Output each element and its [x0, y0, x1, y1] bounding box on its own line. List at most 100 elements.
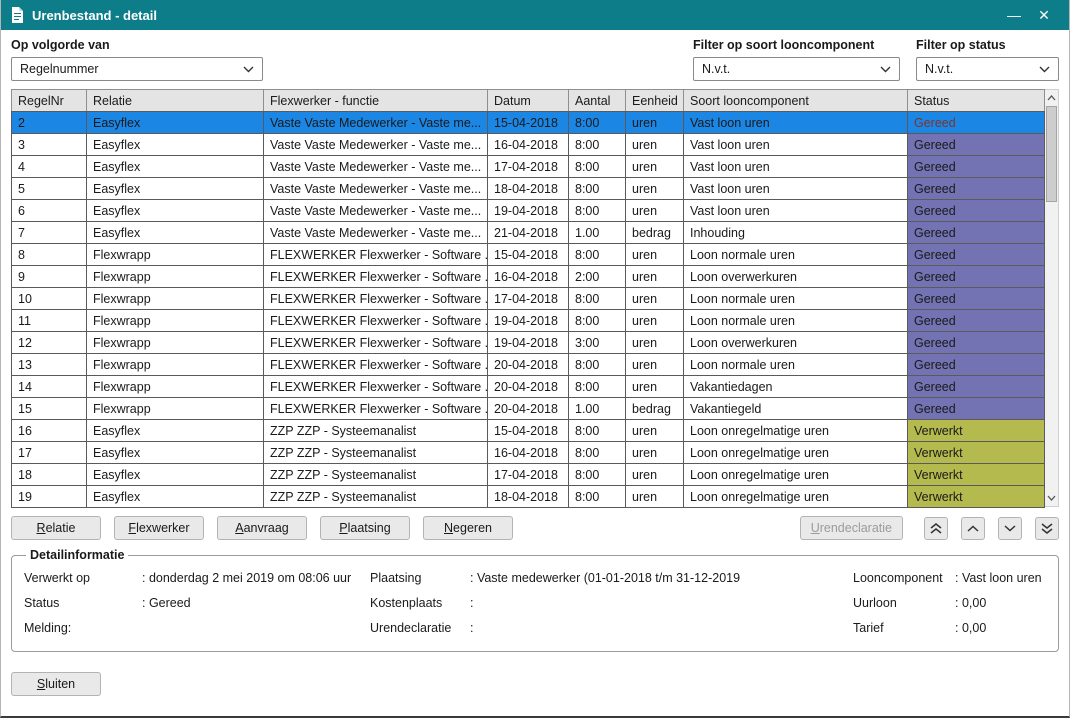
status-filter-select[interactable]: N.v.t. — [916, 57, 1059, 81]
table-row[interactable]: 5 Easyflex Vaste Vaste Medewerker - Vast… — [12, 178, 1045, 200]
cell-aantal: 8:00 — [569, 200, 626, 222]
col-header-eenheid[interactable]: Eenheid — [626, 90, 684, 112]
cell-eenheid: uren — [626, 442, 684, 464]
cell-datum: 17-04-2018 — [488, 156, 569, 178]
move-top-button[interactable] — [924, 517, 948, 540]
cell-aantal: 8:00 — [569, 486, 626, 508]
cell-status: Gereed — [908, 288, 1045, 310]
col-header-flexwerker[interactable]: Flexwerker - functie — [264, 90, 488, 112]
cell-status: Gereed — [908, 112, 1045, 134]
cell-relatie: Easyflex — [87, 222, 264, 244]
plaatsing-label: Plaatsing — [370, 566, 470, 591]
cell-datum: 20-04-2018 — [488, 398, 569, 420]
cell-eenheid: uren — [626, 354, 684, 376]
cell-looncomponent: Loon normale uren — [684, 244, 908, 266]
table-row[interactable]: 9 Flexwrapp FLEXWERKER Flexwerker - Soft… — [12, 266, 1045, 288]
cell-datum: 16-04-2018 — [488, 266, 569, 288]
looncomponent-filter-select[interactable]: N.v.t. — [693, 57, 900, 81]
status-filter-value: N.v.t. — [925, 62, 953, 76]
table-row[interactable]: 11 Flexwrapp FLEXWERKER Flexwerker - Sof… — [12, 310, 1045, 332]
col-header-status[interactable]: Status — [908, 90, 1045, 112]
scrollbar-thumb[interactable] — [1046, 106, 1057, 202]
move-down-button[interactable] — [998, 517, 1022, 540]
col-header-looncomponent[interactable]: Soort looncomponent — [684, 90, 908, 112]
cell-eenheid: uren — [626, 486, 684, 508]
chevron-down-icon — [1004, 525, 1016, 532]
kostenplaats-label: Kostenplaats — [370, 591, 470, 616]
cell-relatie: Flexwrapp — [87, 332, 264, 354]
table-row[interactable]: 13 Flexwrapp FLEXWERKER Flexwerker - Sof… — [12, 354, 1045, 376]
cell-aantal: 8:00 — [569, 112, 626, 134]
cell-flexwerker: FLEXWERKER Flexwerker - Software ... — [264, 266, 488, 288]
table-row[interactable]: 17 Easyflex ZZP ZZP - Systeemanalist 16-… — [12, 442, 1045, 464]
move-up-button[interactable] — [961, 517, 985, 540]
cell-eenheid: uren — [626, 200, 684, 222]
hours-table: RegelNr Relatie Flexwerker - functie Dat… — [11, 89, 1045, 508]
cell-regelnr: 11 — [12, 310, 87, 332]
cell-relatie: Flexwrapp — [87, 244, 264, 266]
cell-flexwerker: Vaste Vaste Medewerker - Vaste me... — [264, 178, 488, 200]
sort-select[interactable]: Regelnummer — [11, 57, 263, 81]
table-scrollbar[interactable] — [1045, 89, 1059, 507]
cell-looncomponent: Loon onregelmatige uren — [684, 420, 908, 442]
cell-flexwerker: ZZP ZZP - Systeemanalist — [264, 442, 488, 464]
table-row[interactable]: 10 Flexwrapp FLEXWERKER Flexwerker - Sof… — [12, 288, 1045, 310]
cell-datum: 18-04-2018 — [488, 486, 569, 508]
cell-relatie: Easyflex — [87, 486, 264, 508]
minimize-button[interactable]: — — [999, 5, 1029, 25]
cell-flexwerker: FLEXWERKER Flexwerker - Software ... — [264, 310, 488, 332]
col-header-regelnr[interactable]: RegelNr — [12, 90, 87, 112]
table-row[interactable]: 14 Flexwrapp FLEXWERKER Flexwerker - Sof… — [12, 376, 1045, 398]
col-header-datum[interactable]: Datum — [488, 90, 569, 112]
cell-eenheid: uren — [626, 266, 684, 288]
urendeclaratie-label: Urendeclaratie — [370, 616, 470, 641]
relatie-button[interactable]: Relatie — [11, 516, 101, 540]
cell-eenheid: uren — [626, 332, 684, 354]
table-row[interactable]: 7 Easyflex Vaste Vaste Medewerker - Vast… — [12, 222, 1045, 244]
close-button[interactable]: ✕ — [1029, 5, 1059, 26]
scroll-up-button[interactable] — [1045, 90, 1058, 106]
move-bottom-button[interactable] — [1035, 517, 1059, 540]
cell-flexwerker: Vaste Vaste Medewerker - Vaste me... — [264, 134, 488, 156]
plaatsing-button[interactable]: Plaatsing — [320, 516, 410, 540]
table-row[interactable]: 2 Easyflex Vaste Vaste Medewerker - Vast… — [12, 112, 1045, 134]
col-header-aantal[interactable]: Aantal — [569, 90, 626, 112]
cell-flexwerker: Vaste Vaste Medewerker - Vaste me... — [264, 156, 488, 178]
chevron-down-icon — [1039, 66, 1050, 73]
table-row[interactable]: 18 Easyflex ZZP ZZP - Systeemanalist 17-… — [12, 464, 1045, 486]
verwerkt-op-value: : donderdag 2 mei 2019 om 08:06 uur — [142, 566, 370, 591]
cell-relatie: Easyflex — [87, 464, 264, 486]
hours-table-body: 2 Easyflex Vaste Vaste Medewerker - Vast… — [12, 112, 1045, 508]
cell-status: Gereed — [908, 266, 1045, 288]
double-chevron-down-icon — [1041, 523, 1053, 534]
table-row[interactable]: 15 Flexwrapp FLEXWERKER Flexwerker - Sof… — [12, 398, 1045, 420]
cell-status: Gereed — [908, 376, 1045, 398]
table-header-row: RegelNr Relatie Flexwerker - functie Dat… — [12, 90, 1045, 112]
flexwerker-button[interactable]: Flexwerker — [114, 516, 204, 540]
table-row[interactable]: 12 Flexwrapp FLEXWERKER Flexwerker - Sof… — [12, 332, 1045, 354]
cell-flexwerker: FLEXWERKER Flexwerker - Software ... — [264, 288, 488, 310]
scroll-down-button[interactable] — [1045, 490, 1058, 506]
cell-looncomponent: Loon onregelmatige uren — [684, 464, 908, 486]
scrollbar-track[interactable] — [1045, 106, 1058, 490]
uurloon-label: Uurloon — [853, 591, 955, 616]
table-row[interactable]: 3 Easyflex Vaste Vaste Medewerker - Vast… — [12, 134, 1045, 156]
cell-status: Gereed — [908, 398, 1045, 420]
cell-regelnr: 10 — [12, 288, 87, 310]
cell-status: Gereed — [908, 178, 1045, 200]
table-row[interactable]: 19 Easyflex ZZP ZZP - Systeemanalist 18-… — [12, 486, 1045, 508]
detail-info-panel: Detailinformatie Verwerkt op : donderdag… — [11, 548, 1059, 652]
col-header-relatie[interactable]: Relatie — [87, 90, 264, 112]
melding-value — [142, 616, 370, 641]
table-row[interactable]: 4 Easyflex Vaste Vaste Medewerker - Vast… — [12, 156, 1045, 178]
negeren-button[interactable]: Negeren — [423, 516, 513, 540]
cell-datum: 20-04-2018 — [488, 376, 569, 398]
sluiten-button[interactable]: Sluiten — [11, 672, 101, 696]
table-row[interactable]: 8 Flexwrapp FLEXWERKER Flexwerker - Soft… — [12, 244, 1045, 266]
cell-aantal: 1.00 — [569, 222, 626, 244]
cell-status: Gereed — [908, 200, 1045, 222]
urendeclaratie-button[interactable]: Urendeclaratie — [800, 516, 903, 540]
table-row[interactable]: 6 Easyflex Vaste Vaste Medewerker - Vast… — [12, 200, 1045, 222]
table-row[interactable]: 16 Easyflex ZZP ZZP - Systeemanalist 15-… — [12, 420, 1045, 442]
aanvraag-button[interactable]: Aanvraag — [217, 516, 307, 540]
